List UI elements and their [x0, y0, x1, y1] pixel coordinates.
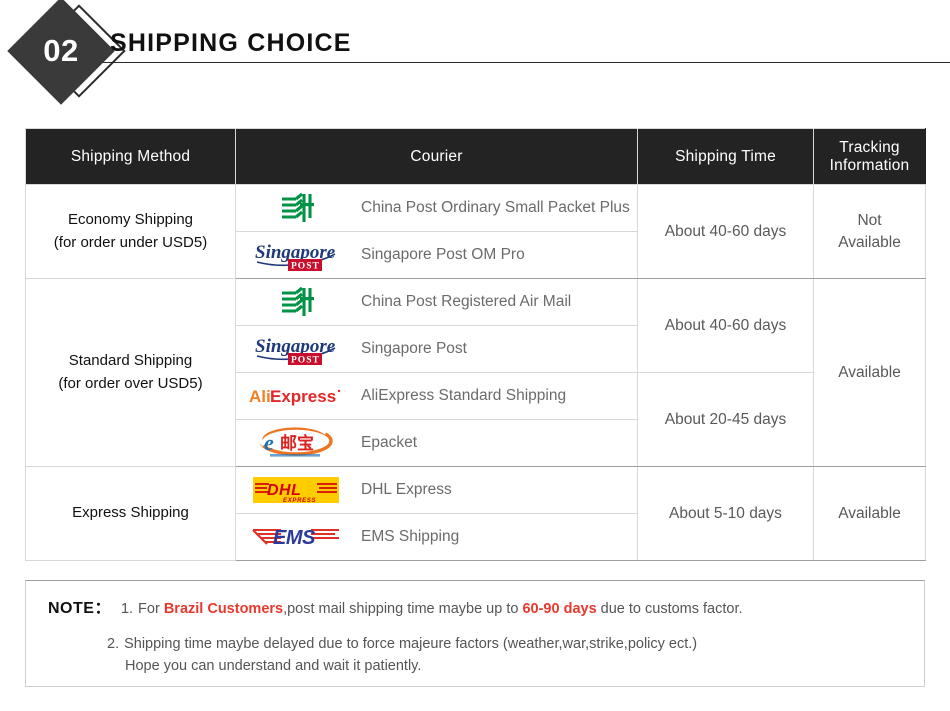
title-divider	[103, 62, 950, 63]
note-2-line2: Hope you can understand and wait it pati…	[125, 657, 422, 674]
courier-cell: Ali Express AliExpress Standard Shipping	[235, 372, 638, 420]
note-1-number: 1.	[120, 601, 134, 617]
note-item-2: 2. Shipping time maybe delayed due to fo…	[48, 634, 906, 678]
svg-text:POST: POST	[291, 356, 320, 366]
svg-text:DHL: DHL	[267, 482, 301, 499]
header-courier: Courier	[235, 128, 638, 185]
svg-text:Express: Express	[270, 387, 336, 406]
shipping-table: Shipping Method Courier Shipping Time Tr…	[25, 128, 926, 561]
note-1-highlight-brazil: Brazil Customers	[163, 601, 284, 617]
note-2-number: 2.	[107, 636, 120, 652]
header-shipping-method: Shipping Method	[25, 128, 236, 185]
svg-text:e: e	[264, 430, 274, 455]
note-2-line1: Shipping time maybe delayed due to force…	[124, 636, 698, 652]
method-economy-line2: (for order under USD5)	[53, 233, 208, 251]
courier-cell: Singapore POST Singapore Post OM Pro	[235, 231, 638, 279]
aliexpress-logo: Ali Express	[244, 383, 348, 409]
method-standard: Standard Shipping (for order over USD5)	[25, 278, 236, 467]
courier-cell: e 邮宝 Epacket	[235, 419, 638, 467]
section-header: 02 SHIPPING CHOICE	[0, 0, 950, 108]
courier-cell: China Post Ordinary Small Packet Plus	[235, 184, 638, 232]
courier-cell: Singapore POST Singapore Post	[235, 325, 638, 373]
table-row: Economy Shipping (for order under USD5)	[25, 184, 926, 279]
shipping-time-value: About 40-60 days	[637, 184, 814, 279]
courier-name: EMS Shipping	[361, 527, 460, 545]
ems-logo: EMS	[244, 522, 348, 552]
dhl-logo: DHL EXPRESS	[244, 474, 348, 506]
header-tracking-information: Tracking Information	[813, 128, 926, 185]
page-title: SHIPPING CHOICE	[110, 29, 352, 57]
courier-name: Singapore Post OM Pro	[361, 245, 525, 263]
courier-name: DHL Express	[361, 480, 452, 498]
china-post-logo	[244, 191, 348, 225]
tracking-line1: Not	[857, 211, 882, 229]
tracking-value: Not Available	[813, 184, 926, 279]
courier-name: China Post Ordinary Small Packet Plus	[361, 198, 630, 216]
note-label: NOTE：	[48, 600, 111, 617]
svg-text:POST: POST	[291, 262, 320, 272]
shipping-table-wrapper: Shipping Method Courier Shipping Time Tr…	[25, 128, 926, 561]
note-section: NOTE： 1. For Brazil Customers,post mail …	[25, 580, 925, 687]
svg-text:EMS: EMS	[273, 527, 316, 549]
method-economy-line1: Economy Shipping	[67, 211, 194, 228]
svg-text:Ali: Ali	[249, 387, 271, 406]
shipping-time-value: About 40-60 days	[637, 278, 814, 373]
courier-cell: EMS EMS Shipping	[235, 513, 638, 561]
note-item-1: NOTE： 1. For Brazil Customers,post mail …	[48, 597, 906, 621]
method-express: Express Shipping	[25, 466, 236, 561]
note-1-part1: For	[138, 601, 164, 617]
method-standard-line2: (for order over USD5)	[58, 374, 203, 392]
svg-text:邮宝: 邮宝	[280, 433, 314, 454]
header-tracking-line2: Information	[829, 156, 910, 174]
method-economy: Economy Shipping (for order under USD5)	[25, 184, 236, 279]
note-1-part2: ,post mail shipping time maybe up to	[283, 601, 523, 617]
courier-cell: DHL EXPRESS DHL Express	[235, 466, 638, 514]
epacket-logo: e 邮宝	[244, 425, 348, 461]
header-tracking-line1: Tracking	[839, 138, 900, 156]
table-row: Express Shipping DHL EXPRESS DHL Express…	[25, 466, 926, 561]
method-standard-line1: Standard Shipping	[68, 352, 193, 369]
method-express-line1: Express Shipping	[72, 504, 189, 522]
tracking-value: Available	[813, 466, 926, 561]
section-number: 02	[43, 33, 79, 68]
courier-name: Singapore Post	[361, 339, 467, 357]
table-header-row: Shipping Method Courier Shipping Time Tr…	[25, 128, 926, 185]
singapore-post-logo: Singapore POST	[244, 332, 348, 366]
tracking-value: Available	[813, 278, 926, 467]
note-1-part3: due to customs factor.	[596, 601, 743, 617]
courier-name: China Post Registered Air Mail	[361, 292, 572, 310]
tracking-line2: Available	[838, 233, 901, 251]
china-post-logo	[244, 285, 348, 319]
shipping-time-value: About 5-10 days	[637, 466, 814, 561]
note-1-text: For Brazil Customers,post mail shipping …	[138, 599, 742, 621]
courier-cell: China Post Registered Air Mail	[235, 278, 638, 326]
courier-name: Epacket	[361, 433, 418, 451]
courier-name: AliExpress Standard Shipping	[361, 386, 567, 404]
note-1-highlight-days: 60-90 days	[522, 601, 597, 617]
shipping-time-value: About 20-45 days	[637, 372, 814, 467]
singapore-post-logo: Singapore POST	[244, 238, 348, 272]
svg-text:EXPRESS: EXPRESS	[283, 498, 316, 504]
header-shipping-time: Shipping Time	[637, 128, 814, 185]
table-row: Standard Shipping (for order over USD5)	[25, 278, 926, 467]
